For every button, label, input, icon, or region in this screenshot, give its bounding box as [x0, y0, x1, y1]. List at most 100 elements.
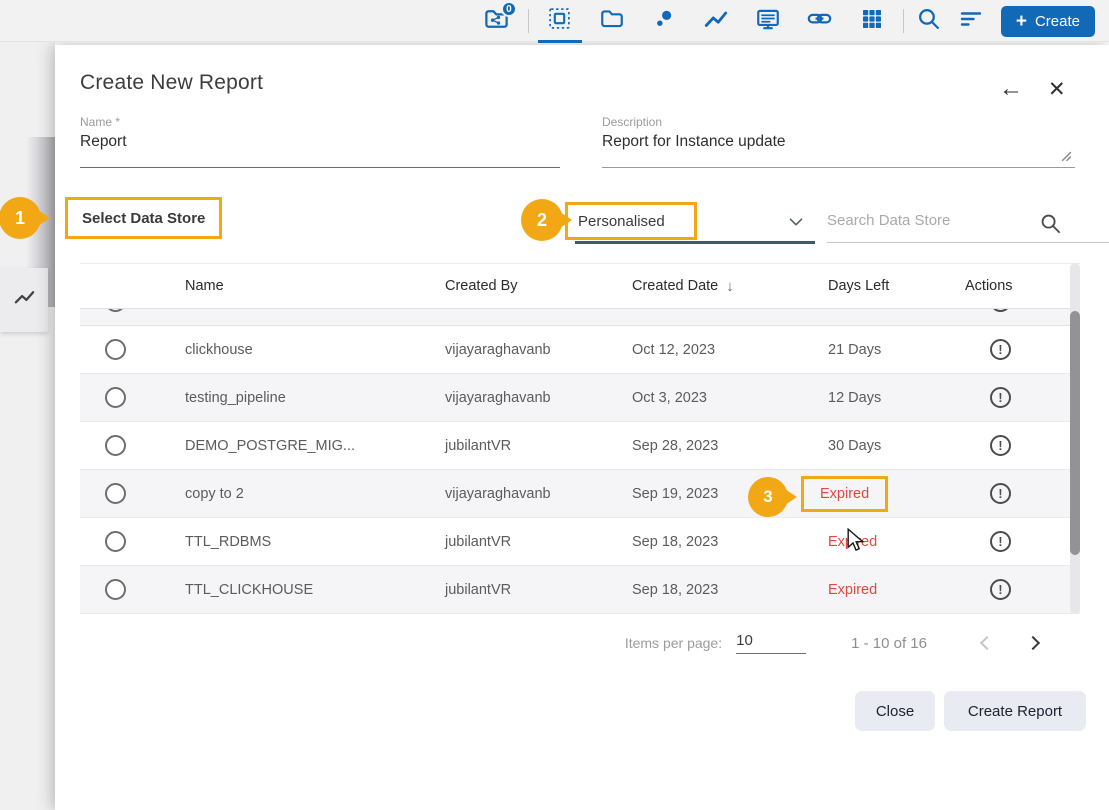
items-per-page-select[interactable]: 10: [736, 632, 806, 654]
tab-module[interactable]: [534, 5, 586, 37]
dimmed-background: [0, 42, 55, 810]
table-row[interactable]: TTL_RDBMS jubilantVR Sep 18, 2023 Expire…: [80, 518, 1080, 566]
tab-trends[interactable]: [690, 5, 742, 37]
row-radio[interactable]: [105, 309, 126, 312]
background-chart-tab: [0, 268, 48, 332]
close-icon[interactable]: ✕: [1048, 77, 1066, 102]
create-report-dialog: Create New Report ← ✕ Name * Description…: [55, 45, 1109, 810]
top-toolbar: 0: [0, 0, 1109, 42]
tab-folders[interactable]: [586, 5, 638, 37]
description-field[interactable]: [602, 133, 1042, 151]
info-icon[interactable]: [990, 309, 1011, 312]
line-chart-icon: [13, 286, 36, 314]
cell-name: clickhouse: [160, 342, 420, 358]
line-chart-icon: [703, 6, 729, 37]
bubble-chart-icon: [651, 6, 676, 36]
toolbar-divider: [528, 9, 529, 33]
table-row[interactable]: TTL_CLICKHOUSE jubilantVR Sep 18, 2023 E…: [80, 566, 1080, 614]
shared-reports-button[interactable]: 0: [471, 5, 523, 37]
plus-icon: +: [1016, 12, 1027, 31]
partially-visible-row: [80, 309, 1080, 326]
cell-days-left: 12 Days: [803, 390, 925, 406]
cell-days-left: 21 Days: [803, 342, 925, 358]
info-icon[interactable]: !: [990, 435, 1011, 456]
search-input-underline: [827, 242, 1109, 243]
header-name[interactable]: Name: [160, 278, 420, 294]
create-button-label: Create: [1035, 13, 1080, 30]
row-radio[interactable]: [105, 387, 126, 408]
row-radio[interactable]: [105, 483, 126, 504]
toolbar-filter-button[interactable]: [949, 5, 993, 37]
previous-page-icon[interactable]: [980, 636, 994, 650]
row-radio[interactable]: [105, 339, 126, 360]
toolbar-search-button[interactable]: [909, 5, 949, 37]
tab-display-list[interactable]: [742, 5, 794, 37]
annotation-badge-2: 2: [521, 199, 563, 241]
annotation-badge-1: 1: [0, 197, 41, 239]
store-type-select[interactable]: Personalised: [565, 202, 697, 240]
resize-handle-icon[interactable]: [1061, 149, 1072, 167]
info-icon[interactable]: !: [990, 531, 1011, 552]
row-radio[interactable]: [105, 579, 126, 600]
cell-created-date: Oct 12, 2023: [607, 342, 803, 358]
close-button[interactable]: Close: [855, 691, 935, 731]
description-field-label: Description: [602, 115, 662, 129]
mouse-cursor: [847, 528, 866, 558]
annotation-badge-3: 3: [748, 477, 788, 517]
search-icon: [916, 6, 941, 36]
grid-icon: [860, 7, 884, 36]
tab-bubble-chart[interactable]: [638, 5, 690, 37]
cell-created-date: Sep 18, 2023: [607, 582, 803, 598]
header-actions: Actions: [925, 278, 1080, 294]
tab-links[interactable]: [794, 5, 846, 37]
create-report-button[interactable]: Create Report: [944, 691, 1086, 731]
search-icon[interactable]: [1039, 212, 1062, 240]
cell-days-left: Expired: [803, 582, 925, 598]
info-icon[interactable]: !: [990, 387, 1011, 408]
header-created-by[interactable]: Created By: [420, 278, 607, 294]
table-row[interactable]: [80, 309, 1080, 326]
chevron-down-icon[interactable]: [786, 212, 806, 237]
cell-name: testing_pipeline: [160, 390, 420, 406]
row-radio[interactable]: [105, 531, 126, 552]
pagination-bar: Items per page: 10 1 - 10 of 16: [80, 625, 1080, 661]
cell-created-by: vijayaraghavanb: [420, 390, 607, 406]
header-days-left[interactable]: Days Left: [803, 278, 925, 294]
cell-created-date: Sep 18, 2023: [607, 534, 803, 550]
cell-created-by: jubilantVR: [420, 438, 607, 454]
table-row[interactable]: clickhouse vijayaraghavanb Oct 12, 2023 …: [80, 326, 1080, 374]
header-created-date[interactable]: Created Date ↓: [607, 278, 803, 295]
toolbar-divider: [903, 9, 904, 33]
next-page-icon[interactable]: [1026, 636, 1040, 650]
tab-grid[interactable]: [846, 5, 898, 37]
search-data-store-input[interactable]: [827, 207, 1032, 233]
share-count-badge: 0: [501, 1, 517, 17]
cell-created-by: jubilantVR: [420, 582, 607, 598]
create-button[interactable]: + Create: [1001, 6, 1095, 37]
module-icon: [547, 6, 572, 36]
expired-highlight-box: Expired: [801, 476, 888, 512]
display-list-icon: [755, 6, 781, 37]
info-icon[interactable]: !: [990, 339, 1011, 360]
cell-name: TTL_RDBMS: [160, 534, 420, 550]
page-range-label: 1 - 10 of 16: [851, 635, 927, 652]
sort-desc-icon[interactable]: ↓: [726, 278, 734, 295]
cell-name: copy to 2: [160, 486, 420, 502]
back-icon[interactable]: ←: [999, 75, 1023, 103]
table-row[interactable]: copy to 2 vijayaraghavanb Sep 19, 2023 E…: [80, 470, 1080, 518]
table-scrollbar-thumb[interactable]: [1070, 311, 1080, 555]
data-store-table: Name Created By Created Date ↓ Days Left…: [80, 263, 1080, 614]
store-select-underline: [575, 241, 815, 244]
table-row[interactable]: DEMO_POSTGRE_MIG... jubilantVR Sep 28, 2…: [80, 422, 1080, 470]
info-icon[interactable]: !: [990, 483, 1011, 504]
info-icon[interactable]: !: [990, 579, 1011, 600]
cell-created-by: jubilantVR: [420, 534, 607, 550]
cell-created-date: Sep 28, 2023: [607, 438, 803, 454]
cell-name: TTL_CLICKHOUSE: [160, 582, 420, 598]
cell-created-by: vijayaraghavanb: [420, 486, 607, 502]
row-radio[interactable]: [105, 435, 126, 456]
select-data-store-label: Select Data Store: [65, 197, 222, 239]
table-row[interactable]: testing_pipeline vijayaraghavanb Oct 3, …: [80, 374, 1080, 422]
name-field[interactable]: [80, 133, 550, 151]
link-icon: [806, 5, 833, 37]
